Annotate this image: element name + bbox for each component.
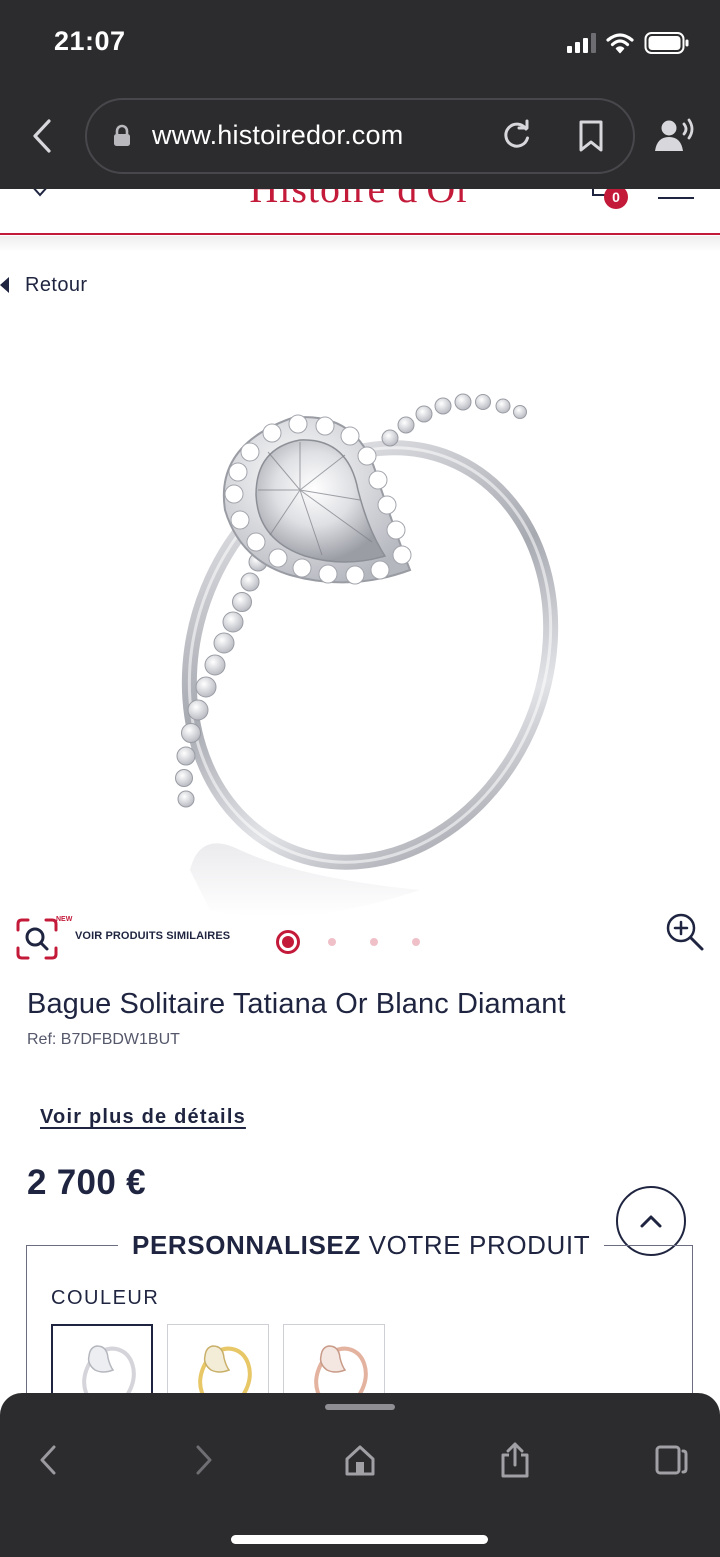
color-label: COULEUR <box>51 1287 160 1309</box>
toolbar-forward-button[interactable] <box>180 1436 228 1484</box>
bookmark-icon <box>579 120 603 152</box>
tabs-icon <box>655 1445 688 1475</box>
customize-heading: PERSONNALISEZ VOTRE PRODUIT <box>118 1230 605 1261</box>
product-price: 2 700 € <box>27 1163 146 1202</box>
gallery-dot-2[interactable] <box>328 938 336 946</box>
gallery-pagination <box>276 930 454 954</box>
home-indicator <box>231 1535 488 1544</box>
product-ref: Ref: B7DFBDW1BUT <box>27 1031 180 1048</box>
url-text: www.histoiredor.com <box>152 120 404 150</box>
caret-left-icon <box>0 277 9 293</box>
white-gold-ring-thumbnail <box>82 1345 136 1402</box>
header-shadow <box>0 236 720 252</box>
toolbar-grab-handle[interactable] <box>325 1404 395 1410</box>
chevron-right-icon <box>196 1445 212 1475</box>
gallery-dot-1[interactable] <box>276 930 300 954</box>
wifi-icon <box>606 33 634 54</box>
gallery-dot-3[interactable] <box>370 938 378 946</box>
bookmark-button[interactable] <box>570 114 612 158</box>
cellular-signal-icon <box>567 33 596 53</box>
chevron-left-icon <box>33 119 51 153</box>
rose-gold-ring-thumbnail <box>314 1345 368 1403</box>
home-icon <box>345 1445 375 1476</box>
details-link[interactable]: Voir plus de détails <box>40 1106 246 1129</box>
product-image[interactable] <box>0 330 720 970</box>
lock-icon <box>114 124 130 146</box>
swatch-rose-gold[interactable] <box>283 1324 385 1404</box>
product-title: Bague Solitaire Tatiana Or Blanc Diamant <box>27 988 566 1020</box>
site-header: Histoire d'Or 0 <box>0 189 720 235</box>
chevron-left-icon <box>40 1445 56 1475</box>
zoom-button[interactable] <box>665 912 705 952</box>
battery-icon <box>644 32 689 54</box>
voice-control-button[interactable] <box>650 112 700 160</box>
browser-back-button[interactable] <box>22 112 62 160</box>
reload-icon <box>504 119 529 148</box>
swatch-white-gold[interactable] <box>51 1324 153 1404</box>
share-icon <box>501 1442 529 1478</box>
voice-icon <box>655 118 694 151</box>
swatch-yellow-gold[interactable] <box>167 1324 269 1404</box>
similar-products-button[interactable] <box>14 916 60 962</box>
status-time: 21:07 <box>54 26 126 56</box>
gallery-dot-4[interactable] <box>412 938 420 946</box>
chevron-up-icon <box>640 1215 662 1228</box>
toolbar-back-button[interactable] <box>24 1436 72 1484</box>
new-badge: NEW <box>56 916 73 923</box>
toolbar-tabs-button[interactable] <box>647 1436 695 1484</box>
back-label: Retour <box>25 273 88 296</box>
visual-search-icon <box>16 918 58 960</box>
back-link[interactable]: Retour <box>0 272 87 298</box>
similar-products-label[interactable]: VOIR PRODUITS SIMILAIRES <box>75 930 230 942</box>
zoom-icon <box>666 913 704 951</box>
yellow-gold-ring-thumbnail <box>198 1345 252 1403</box>
menu-icon[interactable] <box>658 197 694 199</box>
reload-button[interactable] <box>494 114 538 158</box>
toolbar-home-button[interactable] <box>336 1436 384 1484</box>
customize-heading-bold: PERSONNALISEZ <box>132 1230 361 1260</box>
customize-heading-rest: VOTRE PRODUIT <box>360 1230 591 1260</box>
status-icons <box>567 30 690 56</box>
toolbar-share-button[interactable] <box>491 1436 539 1484</box>
